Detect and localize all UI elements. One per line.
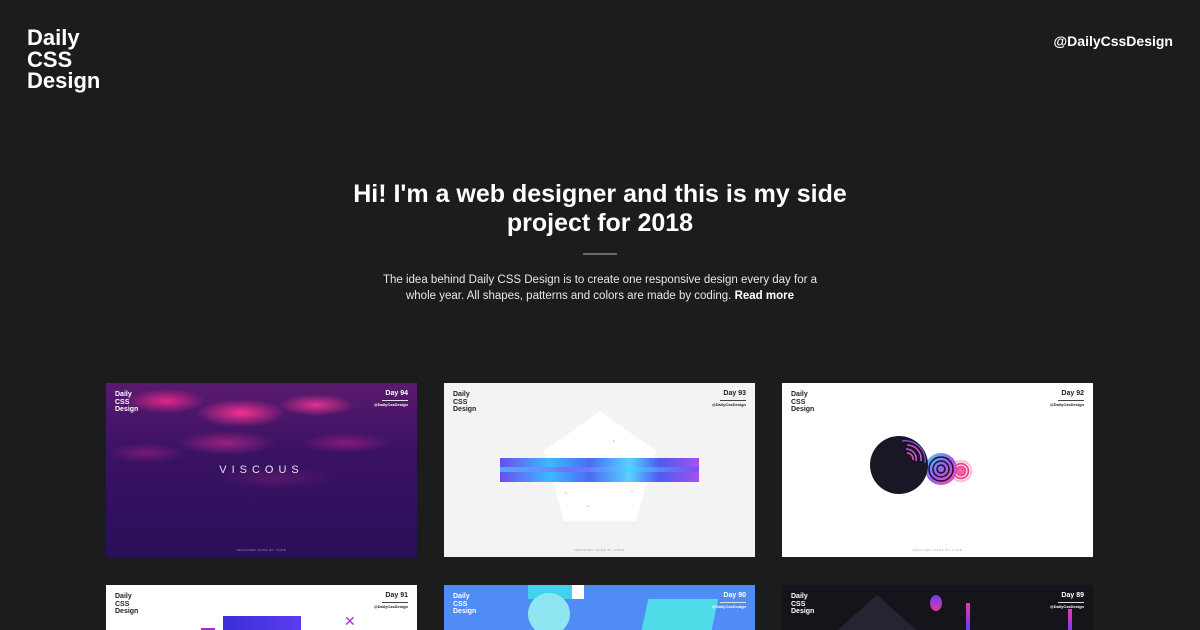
card-handle: @DailyCssDesign xyxy=(373,604,408,609)
card-logo-line: CSS xyxy=(115,600,130,608)
hero-title: Hi! I'm a web designer and this is my si… xyxy=(353,180,847,237)
design-card-day-90[interactable]: Daily CSS Design Day 90 @DailyCssDesign xyxy=(444,585,755,630)
card-logo-line: Daily xyxy=(115,391,132,398)
white-block-shape xyxy=(572,585,584,599)
card-logo: Daily CSS Design xyxy=(791,391,831,414)
divider xyxy=(583,253,617,255)
card-logo-line: Design xyxy=(115,406,139,413)
card-logo-line: Daily xyxy=(791,593,808,600)
card-logo: Daily CSS Design xyxy=(453,593,493,616)
card-divider xyxy=(382,602,408,603)
card-logo-line: Daily xyxy=(115,593,132,600)
read-more-link[interactable]: Read more xyxy=(735,290,794,302)
card-logo-line: Daily xyxy=(453,391,470,398)
card-footer: DESIGNED MADE BY CODE xyxy=(912,548,963,552)
card-handle: @DailyCssDesign xyxy=(1049,402,1084,407)
card-logo-line: Design xyxy=(453,406,477,413)
card-footer: DESIGNED MADE BY CODE xyxy=(574,548,625,552)
card-logo-line: CSS xyxy=(453,398,468,406)
intro-text: The idea behind Daily CSS Design is to c… xyxy=(370,272,830,304)
cyan-parallelogram-shape xyxy=(639,599,719,630)
card-logo-line: Design xyxy=(791,406,815,413)
card-logo-line: Design xyxy=(791,608,815,615)
card-day-label: Day 94 xyxy=(385,390,408,397)
card-logo-line: Design xyxy=(115,608,139,615)
twitter-handle-link[interactable]: @DailyCssDesign xyxy=(1054,33,1173,49)
card-logo: Daily CSS Design xyxy=(453,391,493,414)
blue-square-shape xyxy=(223,616,301,630)
card-day-label: Day 93 xyxy=(723,390,746,397)
card-divider xyxy=(720,602,746,603)
design-card-day-93[interactable]: Daily CSS Design Day 93 @DailyCssDesign … xyxy=(444,383,755,557)
cyan-circle-shape xyxy=(528,593,570,630)
card-logo: Daily CSS Design xyxy=(791,593,831,616)
gradient-drop-shape xyxy=(930,595,942,611)
design-card-day-92[interactable]: Daily CSS Design Day 92 @DailyCssDesign … xyxy=(782,383,1093,557)
card-logo-line: Daily xyxy=(791,391,808,398)
card-logo-line: Daily xyxy=(453,593,470,600)
card-divider xyxy=(1058,400,1084,401)
card-handle: @DailyCssDesign xyxy=(373,402,408,407)
card-divider xyxy=(1058,602,1084,603)
design-card-day-91[interactable]: ✕ Daily CSS Design Day 91 @DailyCssDesig… xyxy=(106,585,417,630)
card-caption: VISCOUS xyxy=(219,464,304,476)
site-logo[interactable]: Daily CSS Design xyxy=(27,27,127,92)
design-card-day-94[interactable]: Daily CSS Design Day 94 @DailyCssDesign … xyxy=(106,383,417,557)
dark-triangle-shape xyxy=(837,595,917,630)
card-footer: DESIGNED MADE BY CODE xyxy=(236,548,287,552)
card-day-label: Day 92 xyxy=(1061,390,1084,397)
card-handle: @DailyCssDesign xyxy=(1049,604,1084,609)
gradient-bar-shape xyxy=(966,603,970,630)
card-day-label: Day 89 xyxy=(1061,592,1084,599)
gradient-bar-shape xyxy=(1068,609,1072,630)
card-day-label: Day 90 xyxy=(723,592,746,599)
card-divider xyxy=(720,400,746,401)
logo-line: CSS xyxy=(27,46,73,72)
card-logo: Daily CSS Design xyxy=(115,391,155,414)
design-card-day-89[interactable]: Daily CSS Design Day 89 @DailyCssDesign xyxy=(782,585,1093,630)
logo-line: Daily xyxy=(27,25,80,50)
card-logo-line: CSS xyxy=(791,600,806,608)
card-handle: @DailyCssDesign xyxy=(711,402,746,407)
logo-line: Design xyxy=(27,68,101,93)
card-logo-line: CSS xyxy=(115,398,130,406)
gradient-stripe xyxy=(500,458,699,482)
card-logo-line: Design xyxy=(453,608,477,615)
card-day-label: Day 91 xyxy=(385,592,408,599)
card-handle: @DailyCssDesign xyxy=(711,604,746,609)
card-divider xyxy=(382,400,408,401)
x-mark-icon: ✕ xyxy=(344,613,356,629)
card-logo: Daily CSS Design xyxy=(115,593,155,616)
card-logo-line: CSS xyxy=(453,600,468,608)
card-logo-line: CSS xyxy=(791,398,806,406)
